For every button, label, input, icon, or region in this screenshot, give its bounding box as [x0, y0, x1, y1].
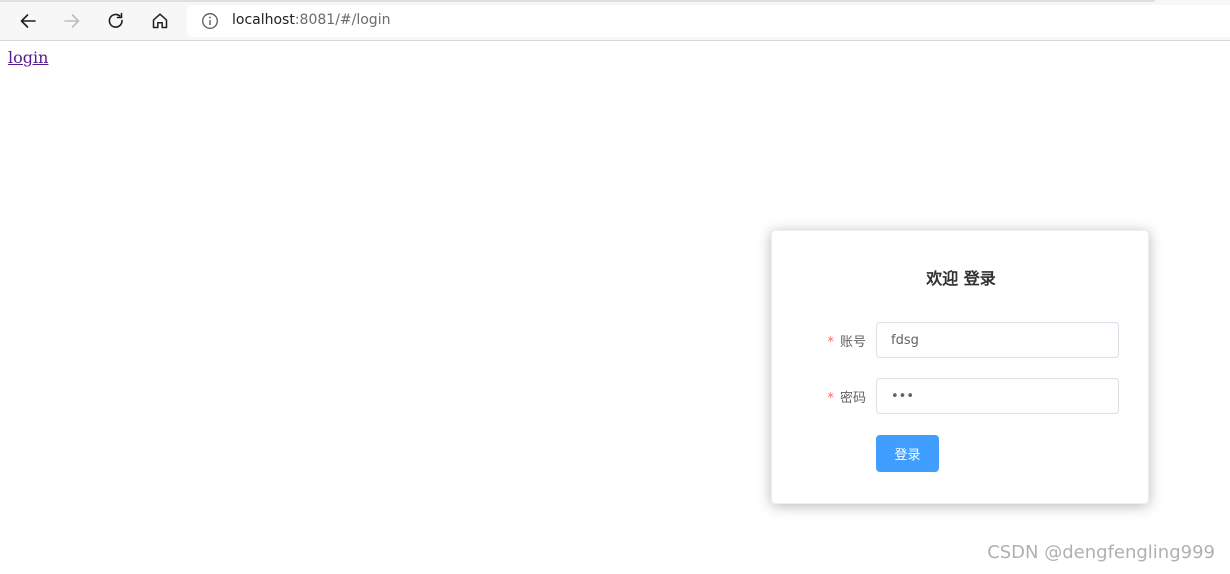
login-button[interactable]: 登录 — [876, 435, 939, 472]
url-text: localhost:8081/#/login — [232, 12, 390, 28]
arrow-right-icon — [64, 14, 80, 28]
account-input[interactable] — [876, 322, 1119, 358]
password-form-row: * 密码 — [772, 378, 1150, 414]
required-mark: * — [827, 335, 834, 350]
login-link[interactable]: login — [8, 48, 48, 67]
watermark: CSDN @dengfengling999 — [987, 542, 1215, 563]
browser-toolbar: localhost:8081/#/login — [0, 0, 1230, 41]
info-icon[interactable] — [201, 12, 219, 30]
url-host: localhost — [232, 12, 295, 28]
back-button[interactable] — [13, 6, 43, 36]
password-label: * 密码 — [827, 387, 866, 406]
address-bar[interactable]: localhost:8081/#/login — [187, 5, 1230, 37]
forward-button[interactable] — [57, 6, 87, 36]
reload-icon — [108, 12, 123, 28]
required-mark: * — [827, 391, 834, 406]
arrow-left-icon — [20, 14, 36, 28]
login-title: 欢迎 登录 — [926, 269, 996, 288]
account-form-row: * 账号 — [772, 322, 1150, 358]
url-path: :8081/#/login — [294, 12, 391, 28]
account-label: * 账号 — [827, 331, 866, 350]
reload-button[interactable] — [101, 6, 131, 36]
tab-strip-edge — [0, 0, 1155, 2]
password-label-text: 密码 — [839, 391, 866, 406]
home-button[interactable] — [145, 6, 175, 36]
home-icon — [152, 13, 168, 29]
password-input[interactable] — [876, 378, 1119, 414]
login-card: 欢迎 登录 * 账号 * 密码 登录 — [771, 230, 1149, 504]
account-label-text: 账号 — [839, 335, 866, 350]
